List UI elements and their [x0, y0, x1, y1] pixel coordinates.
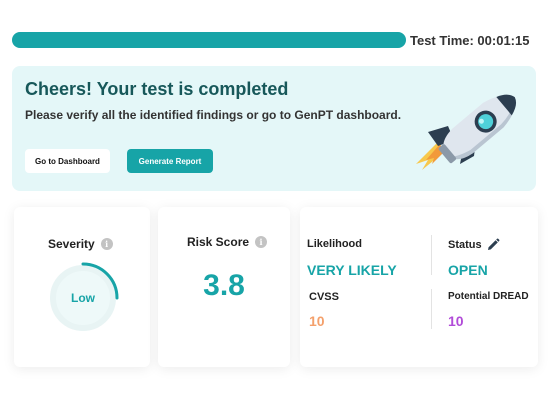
likelihood-label: Likelihood	[307, 238, 362, 250]
test-progress-bar	[12, 32, 406, 48]
divider	[431, 235, 432, 275]
info-icon[interactable]: i	[100, 238, 113, 250]
rocket-icon	[416, 94, 517, 170]
cvss-value: 10	[309, 313, 325, 329]
test-progress-fill	[12, 32, 406, 48]
banner-title: Cheers! Your test is completed	[25, 79, 289, 99]
divider	[431, 289, 432, 329]
severity-card: Severity i Low	[14, 207, 150, 367]
dread-label: Potential DREAD	[448, 291, 529, 302]
status-label-row: Status	[448, 238, 500, 252]
info-icon[interactable]: i	[255, 236, 268, 248]
generate-report-button[interactable]: Generate Report	[127, 149, 213, 173]
risk-score-card: Risk Score i 3.8	[158, 207, 290, 367]
completion-banner: Cheers! Your test is completed Please ve…	[12, 66, 536, 191]
risk-score-title: Risk Score	[187, 235, 250, 249]
status-value: OPEN	[448, 262, 488, 278]
severity-title-row: Severity i	[48, 237, 113, 251]
status-label: Status	[448, 239, 482, 251]
risk-title-row: Risk Score i	[187, 235, 268, 249]
banner-subtitle: Please verify all the identified finding…	[25, 108, 402, 122]
go-to-dashboard-button[interactable]: Go to Dashboard	[25, 149, 110, 173]
risk-score-value: 3.8	[203, 269, 245, 302]
dread-value: 10	[448, 313, 464, 329]
likelihood-value: VERY LIKELY	[307, 262, 397, 278]
cvss-label: CVSS	[309, 291, 339, 303]
details-card: Likelihood VERY LIKELY Status OPEN CVSS …	[300, 207, 538, 367]
test-time: Test Time: 00:01:15	[410, 33, 530, 48]
edit-pencil-icon[interactable]	[486, 238, 500, 252]
severity-level: Low	[71, 291, 95, 305]
severity-title: Severity	[48, 237, 95, 251]
